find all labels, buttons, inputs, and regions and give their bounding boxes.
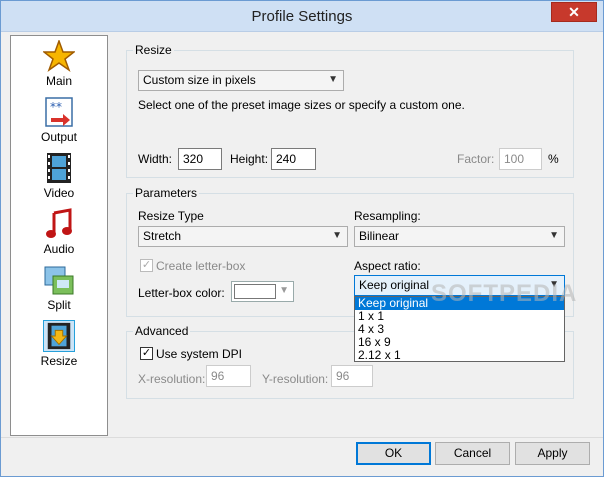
- profile-settings-window: Profile Settings ✕ Main ** Output Video …: [0, 0, 604, 477]
- ok-button[interactable]: OK: [356, 442, 431, 465]
- sidebar-item-main[interactable]: Main: [11, 40, 107, 96]
- height-field[interactable]: 240: [271, 148, 316, 170]
- sidebar-item-label: Resize: [40, 354, 78, 368]
- title-bar[interactable]: Profile Settings ✕: [1, 1, 603, 32]
- output-icon: **: [45, 97, 73, 127]
- window-title: Profile Settings: [251, 8, 353, 25]
- resampling-value: Bilinear: [359, 229, 400, 243]
- preset-size-select[interactable]: Custom size in pixels ▼: [138, 70, 344, 91]
- parameters-group-title: Parameters: [133, 186, 200, 200]
- apply-button[interactable]: Apply: [515, 442, 590, 465]
- x-resolution-field[interactable]: 96: [206, 365, 251, 387]
- factor-label: Factor:: [457, 152, 495, 166]
- sidebar-item-label: Video: [43, 186, 75, 200]
- resize-icon: [43, 320, 75, 352]
- sidebar-item-label: Output: [40, 130, 78, 144]
- resize-description: Select one of the preset image sizes or …: [138, 98, 465, 112]
- resize-group-title: Resize: [133, 43, 174, 57]
- sidebar-item-resize[interactable]: Resize: [11, 320, 107, 376]
- cancel-button[interactable]: Cancel: [435, 442, 510, 465]
- aspect-ratio-label: Aspect ratio:: [354, 259, 421, 273]
- advanced-group-title: Advanced: [133, 324, 191, 338]
- svg-text:**: **: [50, 100, 62, 114]
- color-swatch: [234, 284, 276, 299]
- system-dpi-checkbox[interactable]: ✓: [140, 347, 153, 360]
- chevron-down-icon: ▼: [328, 74, 338, 85]
- chevron-down-icon: ▼: [279, 285, 289, 296]
- resize-type-select[interactable]: Stretch ▼: [138, 226, 348, 247]
- resampling-select[interactable]: Bilinear ▼: [354, 226, 565, 247]
- aspect-option[interactable]: 1 x 1: [355, 310, 564, 323]
- watermark: SOFTPEDIA: [431, 280, 578, 307]
- letterbox-color-label: Letter-box color:: [138, 286, 225, 300]
- resize-type-label: Resize Type: [138, 209, 204, 223]
- sidebar-item-audio[interactable]: Audio: [11, 208, 107, 264]
- letterbox-color-picker[interactable]: ▼: [231, 281, 294, 302]
- chevron-down-icon: ▼: [549, 230, 559, 241]
- close-button[interactable]: ✕: [551, 2, 597, 22]
- width-label: Width:: [138, 152, 173, 166]
- film-icon: [47, 153, 71, 183]
- footer-divider: [1, 437, 603, 438]
- sidebar-item-output[interactable]: ** Output: [11, 96, 107, 152]
- resize-type-value: Stretch: [143, 229, 182, 243]
- chevron-down-icon: ▼: [332, 230, 342, 241]
- y-resolution-label: Y-resolution:: [262, 372, 329, 386]
- y-resolution-field[interactable]: 96: [331, 365, 373, 387]
- letterbox-label: Create letter-box: [156, 259, 246, 273]
- aspect-option[interactable]: 2.12 x 1: [355, 349, 564, 362]
- percent-label: %: [548, 152, 559, 166]
- resampling-label: Resampling:: [354, 209, 421, 223]
- split-icon: [44, 266, 74, 295]
- sidebar-item-label: Main: [45, 74, 72, 88]
- x-resolution-label: X-resolution:: [138, 372, 206, 386]
- system-dpi-label: Use system DPI: [156, 347, 243, 361]
- sidebar: Main ** Output Video Audio Split Resize: [10, 35, 108, 436]
- sidebar-item-label: Split: [47, 298, 71, 312]
- letterbox-checkbox[interactable]: ✓: [140, 259, 153, 272]
- star-icon: [43, 40, 75, 72]
- aspect-ratio-value: Keep original: [359, 278, 430, 292]
- factor-field[interactable]: 100: [499, 148, 542, 170]
- music-note-icon: [46, 208, 72, 238]
- width-field[interactable]: 320: [178, 148, 222, 170]
- preset-size-value: Custom size in pixels: [143, 73, 256, 87]
- sidebar-item-video[interactable]: Video: [11, 152, 107, 208]
- sidebar-item-label: Audio: [43, 242, 75, 256]
- sidebar-item-split[interactable]: Split: [11, 264, 107, 320]
- height-label: Height:: [230, 152, 269, 166]
